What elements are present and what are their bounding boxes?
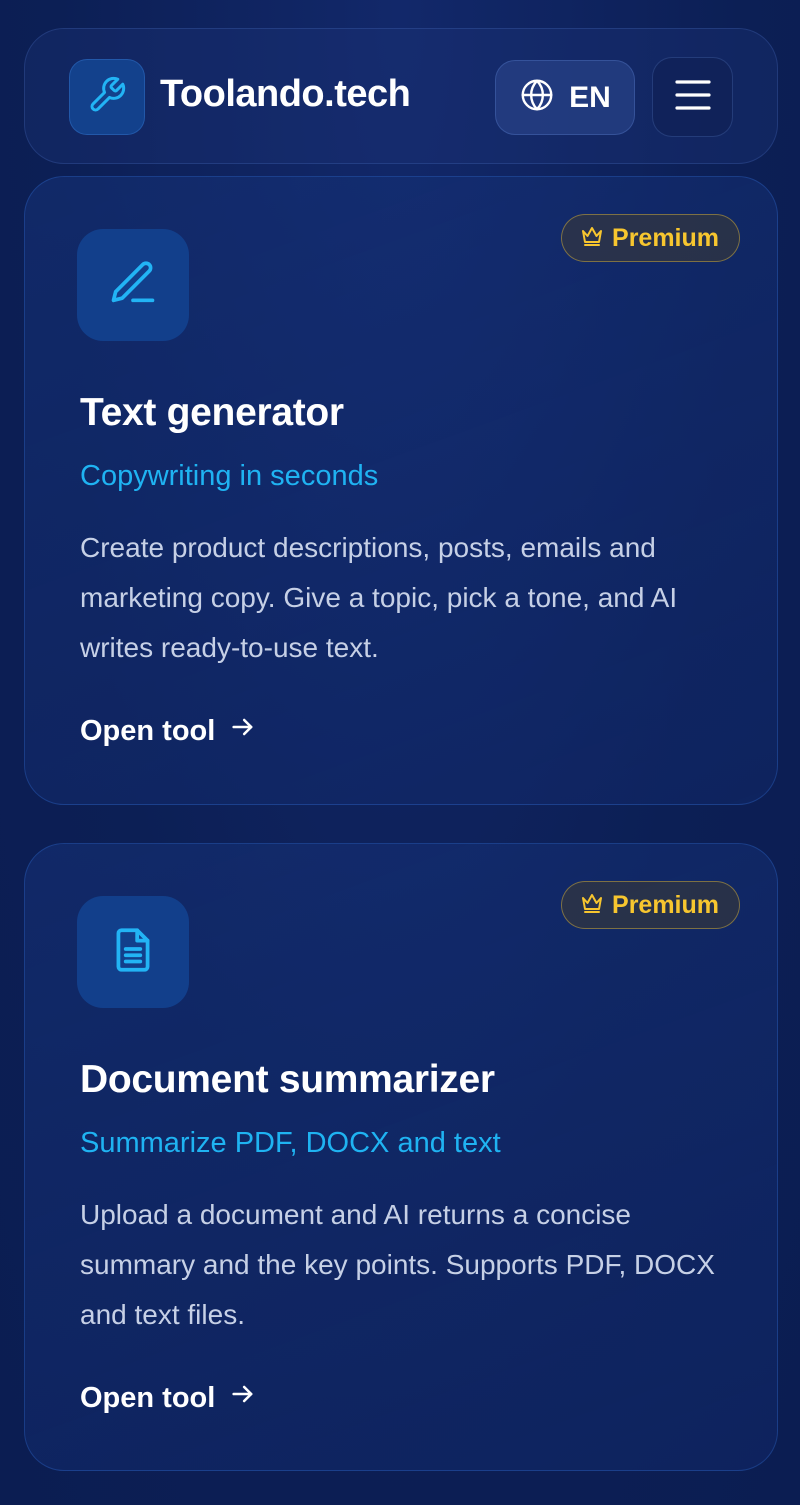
tool-card-text-generator[interactable]: Premium Text generator Copywriting in se… xyxy=(24,176,778,805)
card-title: Document summarizer xyxy=(80,1058,495,1101)
language-label: EN xyxy=(569,80,611,114)
card-description: Upload a document and AI returns a conci… xyxy=(80,1199,715,1330)
brand-name[interactable]: Toolando.tech xyxy=(160,73,411,116)
arrow-right-icon xyxy=(229,1380,257,1416)
premium-label: Premium xyxy=(612,890,719,919)
tool-card-document-summarizer[interactable]: Premium Document summarizer Summarize PD… xyxy=(24,843,778,1471)
card-description: Create product descriptions, posts, emai… xyxy=(80,532,678,663)
premium-label: Premium xyxy=(612,223,719,252)
tool-icon-tile xyxy=(77,229,189,341)
card-subtitle: Summarize PDF, DOCX and text xyxy=(80,1127,501,1159)
premium-badge: Premium xyxy=(561,214,740,262)
menu-button[interactable] xyxy=(652,57,733,137)
card-title: Text generator xyxy=(80,391,344,434)
hamburger-menu-icon xyxy=(674,78,712,117)
open-tool-label: Open tool xyxy=(80,714,216,747)
tool-icon-tile xyxy=(77,896,189,1008)
open-tool-link[interactable]: Open tool xyxy=(80,1380,257,1416)
globe-icon xyxy=(519,77,555,118)
open-tool-label: Open tool xyxy=(80,1381,216,1414)
premium-badge: Premium xyxy=(561,881,740,929)
language-selector-button[interactable]: EN xyxy=(495,60,635,135)
wrench-icon xyxy=(87,75,127,120)
open-tool-link[interactable]: Open tool xyxy=(80,713,257,749)
crown-icon xyxy=(580,225,604,252)
crown-icon xyxy=(580,892,604,919)
top-navigation-bar: Toolando.tech EN xyxy=(24,28,778,164)
logo[interactable] xyxy=(69,59,145,135)
document-icon xyxy=(108,925,158,980)
pencil-icon xyxy=(107,257,159,314)
arrow-right-icon xyxy=(229,713,257,749)
card-subtitle: Copywriting in seconds xyxy=(80,460,379,492)
